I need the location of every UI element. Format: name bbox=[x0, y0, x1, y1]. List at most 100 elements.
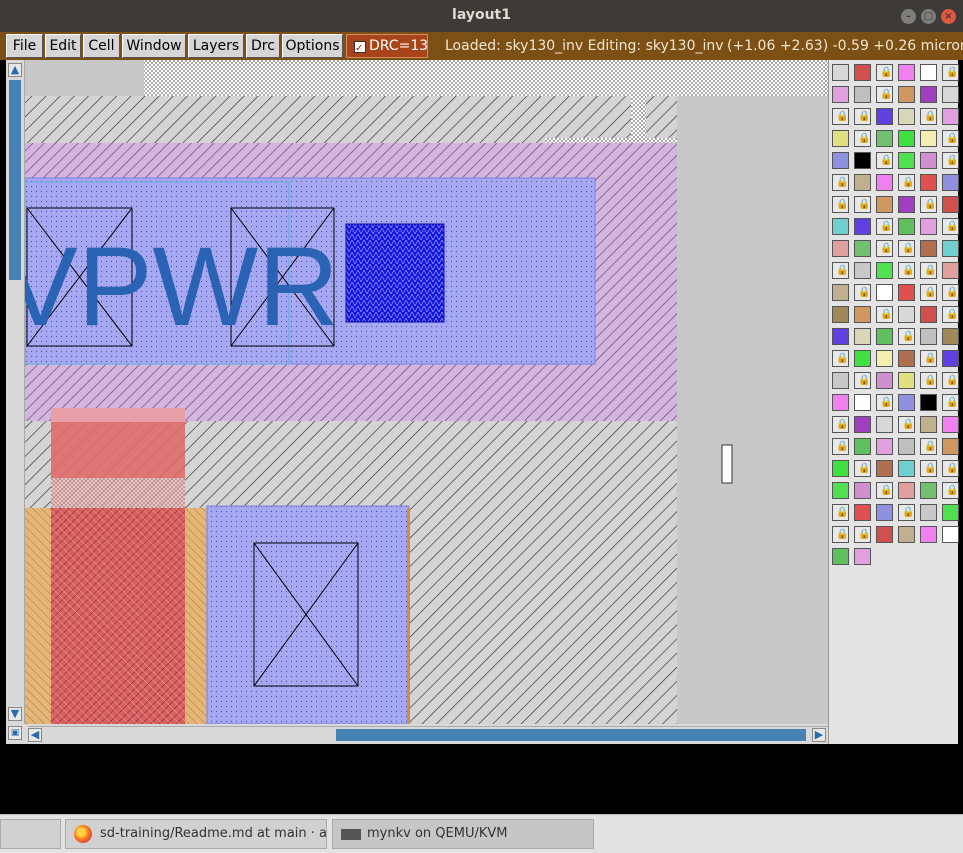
layer-swatch[interactable] bbox=[832, 482, 849, 499]
layer-swatch[interactable] bbox=[832, 130, 849, 147]
layer-swatch[interactable] bbox=[832, 240, 849, 257]
layer-swatch[interactable]: 🔒 bbox=[920, 438, 937, 455]
layer-swatch[interactable]: 🔒 bbox=[898, 262, 915, 279]
layer-swatch[interactable] bbox=[898, 372, 915, 389]
layer-swatch[interactable]: 🔒 bbox=[876, 394, 893, 411]
layer-swatch[interactable]: 🔒 bbox=[876, 218, 893, 235]
layer-swatch[interactable] bbox=[942, 328, 959, 345]
layer-swatch[interactable] bbox=[898, 284, 915, 301]
layer-swatch[interactable]: 🔒 bbox=[898, 174, 915, 191]
layer-swatch[interactable] bbox=[898, 130, 915, 147]
layer-swatch[interactable] bbox=[942, 174, 959, 191]
close-icon[interactable]: × bbox=[941, 9, 956, 24]
layer-swatch[interactable] bbox=[942, 416, 959, 433]
layer-swatch[interactable]: 🔒 bbox=[876, 306, 893, 323]
layer-swatch[interactable] bbox=[832, 64, 849, 81]
layer-swatch[interactable]: 🔒 bbox=[854, 108, 871, 125]
layer-swatch[interactable] bbox=[920, 504, 937, 521]
layer-swatch[interactable] bbox=[854, 218, 871, 235]
layer-swatch[interactable] bbox=[832, 218, 849, 235]
layer-swatch[interactable]: 🔒 bbox=[876, 152, 893, 169]
layer-swatch[interactable] bbox=[832, 460, 849, 477]
layer-swatch[interactable] bbox=[942, 196, 959, 213]
layer-swatch[interactable] bbox=[854, 240, 871, 257]
layer-swatch[interactable] bbox=[898, 350, 915, 367]
layer-swatch[interactable] bbox=[898, 108, 915, 125]
menu-window[interactable]: Window bbox=[122, 34, 186, 58]
layer-swatch[interactable] bbox=[942, 240, 959, 257]
layer-swatch[interactable]: 🔒 bbox=[854, 372, 871, 389]
layer-swatch[interactable] bbox=[876, 262, 893, 279]
layer-swatch[interactable] bbox=[876, 350, 893, 367]
layer-swatch[interactable]: 🔒 bbox=[832, 108, 849, 125]
layer-swatch[interactable] bbox=[832, 152, 849, 169]
layer-swatch[interactable] bbox=[920, 328, 937, 345]
layer-swatch[interactable]: 🔒 bbox=[876, 482, 893, 499]
layer-swatch[interactable] bbox=[898, 460, 915, 477]
layer-swatch[interactable]: 🔒 bbox=[942, 306, 959, 323]
layer-swatch[interactable] bbox=[942, 86, 959, 103]
layer-swatch[interactable] bbox=[876, 108, 893, 125]
layer-swatch[interactable]: 🔒 bbox=[854, 284, 871, 301]
layer-swatch[interactable] bbox=[832, 284, 849, 301]
layer-swatch[interactable]: 🔒 bbox=[832, 438, 849, 455]
layer-swatch[interactable]: 🔒 bbox=[942, 284, 959, 301]
layer-swatch[interactable] bbox=[898, 438, 915, 455]
menu-cell[interactable]: Cell bbox=[83, 34, 120, 58]
layer-swatch[interactable]: 🔒 bbox=[920, 284, 937, 301]
layer-swatch[interactable]: 🔒 bbox=[876, 64, 893, 81]
horizontal-scrollbar[interactable]: ◀ ▶ bbox=[28, 726, 828, 743]
drc-checkbox[interactable] bbox=[354, 38, 366, 60]
layer-swatch[interactable] bbox=[920, 130, 937, 147]
layer-swatch[interactable]: 🔒 bbox=[920, 460, 937, 477]
layer-swatch[interactable]: 🔒 bbox=[920, 262, 937, 279]
layer-swatch[interactable]: 🔒 bbox=[898, 240, 915, 257]
layer-swatch[interactable] bbox=[854, 548, 871, 565]
layer-swatch[interactable]: 🔒 bbox=[876, 240, 893, 257]
layer-swatch[interactable]: 🔒 bbox=[832, 174, 849, 191]
taskbar-item-vm[interactable]: mynkv on QEMU/KVM bbox=[332, 819, 594, 849]
layer-swatch[interactable] bbox=[942, 350, 959, 367]
menu-file[interactable]: File bbox=[6, 34, 43, 58]
layer-swatch[interactable] bbox=[854, 306, 871, 323]
layer-swatch[interactable] bbox=[898, 482, 915, 499]
layer-swatch[interactable]: 🔒 bbox=[920, 372, 937, 389]
layer-swatch[interactable] bbox=[898, 394, 915, 411]
layer-swatch[interactable] bbox=[920, 482, 937, 499]
layer-swatch[interactable]: 🔒 bbox=[854, 460, 871, 477]
minimize-icon[interactable]: – bbox=[901, 9, 916, 24]
layer-swatch[interactable] bbox=[876, 130, 893, 147]
layer-swatch[interactable] bbox=[854, 86, 871, 103]
layer-swatch[interactable] bbox=[854, 64, 871, 81]
layer-swatch[interactable] bbox=[832, 328, 849, 345]
layer-swatch[interactable] bbox=[920, 152, 937, 169]
layer-swatch[interactable]: 🔒 bbox=[920, 196, 937, 213]
layer-swatch[interactable] bbox=[876, 196, 893, 213]
layer-swatch[interactable] bbox=[920, 306, 937, 323]
scroll-up-icon[interactable]: ▲ bbox=[8, 63, 22, 77]
layer-swatch[interactable] bbox=[854, 504, 871, 521]
layer-swatch[interactable]: 🔒 bbox=[898, 328, 915, 345]
layer-swatch[interactable]: 🔒 bbox=[832, 504, 849, 521]
layer-swatch[interactable] bbox=[832, 394, 849, 411]
layer-swatch[interactable] bbox=[876, 174, 893, 191]
layer-swatch[interactable]: 🔒 bbox=[942, 218, 959, 235]
menu-drc[interactable]: Drc bbox=[246, 34, 280, 58]
layer-swatch[interactable] bbox=[920, 86, 937, 103]
layer-swatch[interactable] bbox=[832, 86, 849, 103]
layer-swatch[interactable]: 🔒 bbox=[942, 130, 959, 147]
layer-swatch[interactable] bbox=[854, 350, 871, 367]
taskbar-item-firefox[interactable]: sd-training/Readme.md at main · ari... bbox=[65, 819, 327, 849]
layer-swatch[interactable] bbox=[854, 482, 871, 499]
layer-swatch[interactable]: 🔒 bbox=[942, 64, 959, 81]
menu-options[interactable]: Options bbox=[282, 34, 343, 58]
horizontal-scroll-thumb[interactable] bbox=[336, 729, 806, 741]
layer-swatch[interactable] bbox=[898, 64, 915, 81]
layer-swatch[interactable] bbox=[920, 416, 937, 433]
layer-swatch[interactable] bbox=[832, 306, 849, 323]
zoom-box-icon[interactable]: ▣ bbox=[8, 726, 22, 740]
layer-swatch[interactable] bbox=[942, 526, 959, 543]
layer-swatch[interactable] bbox=[854, 262, 871, 279]
layer-swatch[interactable]: 🔒 bbox=[854, 526, 871, 543]
layer-swatch[interactable] bbox=[876, 526, 893, 543]
